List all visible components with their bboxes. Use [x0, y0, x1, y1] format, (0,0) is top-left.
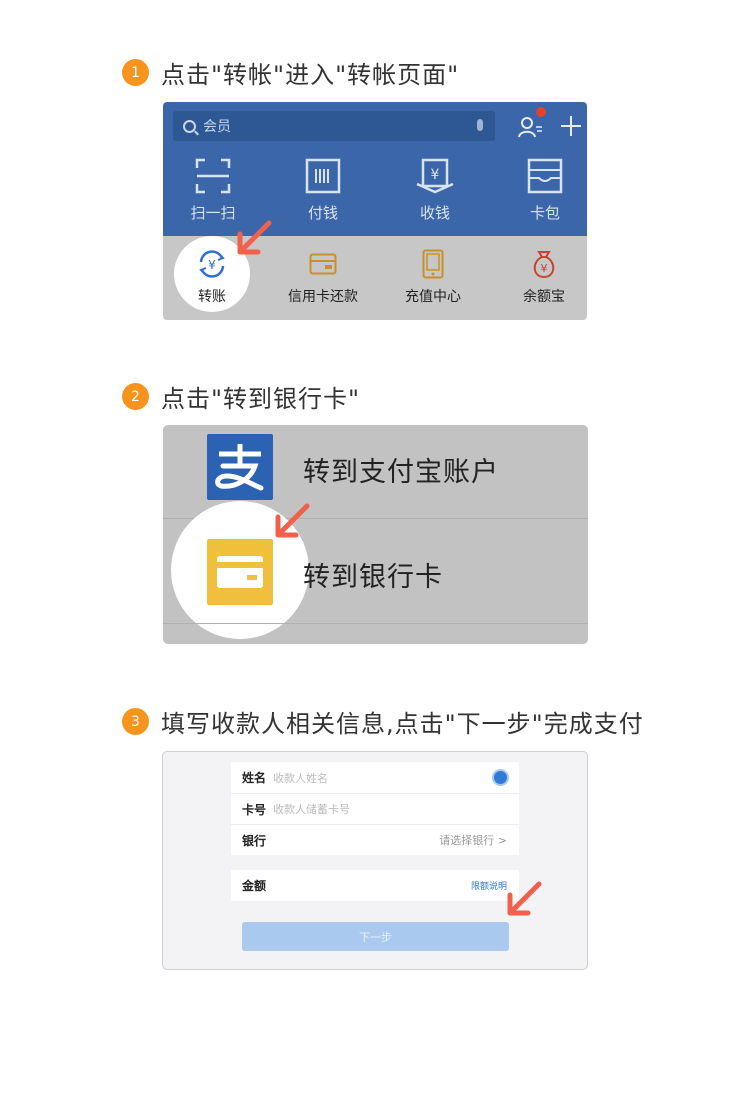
name-row: 姓名 收款人姓名	[231, 762, 519, 793]
contacts-icon[interactable]	[517, 114, 543, 140]
alipay-icon	[215, 444, 264, 491]
pay-label: 付钱	[307, 204, 338, 222]
card-number-input[interactable]: 收款人储蓄卡号	[273, 801, 350, 817]
card-wallet-label: 卡包	[529, 204, 560, 222]
step-number-badge: 1	[122, 59, 149, 86]
shortcut-bar: ¥ 转账 信用卡还款 充值中心 ¥ 余额宝	[163, 236, 587, 320]
bank-card-icon	[217, 556, 263, 588]
svg-text:¥: ¥	[541, 262, 548, 275]
alipay-home-screenshot: 会员 扫一扫 付钱 ¥ 收钱 卡包 ¥ 转账 信用卡还款 充值中心 ¥ 余额宝	[163, 102, 587, 320]
microphone-icon[interactable]	[477, 119, 483, 131]
contact-picker-icon[interactable]	[492, 769, 509, 786]
svg-text:¥: ¥	[208, 258, 216, 272]
svg-text:¥: ¥	[431, 167, 440, 183]
credit-card-icon	[309, 253, 337, 275]
scan-icon	[195, 158, 231, 194]
top-up-center-label: 充值中心	[405, 289, 461, 305]
search-input[interactable]: 会员	[173, 111, 495, 141]
top-function-bar: 会员 扫一扫 付钱 ¥ 收钱 卡包	[163, 102, 587, 236]
step-number-badge: 3	[122, 708, 149, 735]
bank-select[interactable]: 请选择银行 >	[439, 832, 507, 848]
alipay-tile	[207, 434, 273, 500]
name-label: 姓名	[242, 771, 267, 785]
yuebao-button[interactable]: ¥ 余额宝	[499, 248, 587, 306]
transfer-options-screenshot: 转到支付宝账户 转到银行卡	[163, 425, 588, 644]
receive-money-label: 收钱	[419, 204, 450, 222]
card-number-row: 卡号 收款人储蓄卡号	[231, 793, 519, 824]
step-1-heading: 1 点击"转帐"进入"转帐页面"	[122, 55, 459, 90]
divider	[163, 623, 588, 624]
transfer-label: 转账	[198, 289, 226, 305]
receive-money-icon: ¥	[416, 158, 454, 194]
limit-info-link[interactable]: 限额说明	[471, 879, 507, 892]
pointer-arrow-icon	[275, 503, 310, 538]
step-instruction: 填写收款人相关信息,点击"下一步"完成支付	[161, 710, 644, 738]
next-step-button[interactable]: 下一步	[242, 922, 509, 951]
step-instruction: 点击"转到银行卡"	[161, 385, 361, 413]
receive-money-button[interactable]: ¥ 收钱	[395, 158, 475, 223]
amount-label: 金额	[242, 879, 267, 893]
wallet-icon	[527, 158, 563, 194]
yuebao-label: 余额宝	[523, 289, 565, 305]
scan-button[interactable]: 扫一扫	[173, 158, 253, 223]
transfer-icon: ¥	[199, 250, 225, 278]
pointer-arrow-icon	[507, 881, 542, 916]
card-number-label: 卡号	[242, 802, 267, 817]
phone-icon	[422, 249, 444, 279]
amount-row: 金额 限额说明	[231, 870, 519, 901]
search-placeholder: 会员	[203, 119, 231, 135]
bank-label: 银行	[242, 833, 267, 848]
transfer-to-alipay-option[interactable]: 转到支付宝账户	[303, 450, 499, 489]
money-bag-icon: ¥	[533, 251, 555, 279]
step-2-heading: 2 点击"转到银行卡"	[122, 379, 360, 414]
notification-dot	[536, 107, 546, 117]
transfer-form-screenshot: 姓名 收款人姓名 卡号 收款人储蓄卡号 银行 请选择银行 > 金额 限额说明 下…	[162, 751, 588, 970]
plus-icon[interactable]	[561, 116, 581, 136]
transfer-to-bank-card-option[interactable]: 转到银行卡	[303, 555, 443, 594]
bank-card-tile	[207, 539, 273, 605]
step-number-badge: 2	[122, 383, 149, 410]
amount-card: 金额 限额说明	[231, 870, 519, 901]
credit-card-repay-label: 信用卡还款	[288, 289, 358, 305]
credit-card-repay-button[interactable]: 信用卡还款	[278, 248, 368, 306]
barcode-icon	[305, 158, 341, 194]
scan-label: 扫一扫	[190, 204, 236, 222]
top-up-center-button[interactable]: 充值中心	[388, 248, 478, 306]
pay-button[interactable]: 付钱	[283, 158, 363, 223]
pointer-arrow-icon	[237, 220, 272, 255]
card-wallet-button[interactable]: 卡包	[505, 158, 585, 223]
name-input[interactable]: 收款人姓名	[273, 770, 328, 786]
step-instruction: 点击"转帐"进入"转帐页面"	[161, 61, 460, 89]
recipient-info-card: 姓名 收款人姓名 卡号 收款人储蓄卡号 银行 请选择银行 >	[231, 762, 519, 855]
search-icon	[183, 119, 196, 133]
bank-row[interactable]: 银行 请选择银行 >	[231, 824, 519, 855]
step-3-heading: 3 填写收款人相关信息,点击"下一步"完成支付	[122, 704, 644, 739]
